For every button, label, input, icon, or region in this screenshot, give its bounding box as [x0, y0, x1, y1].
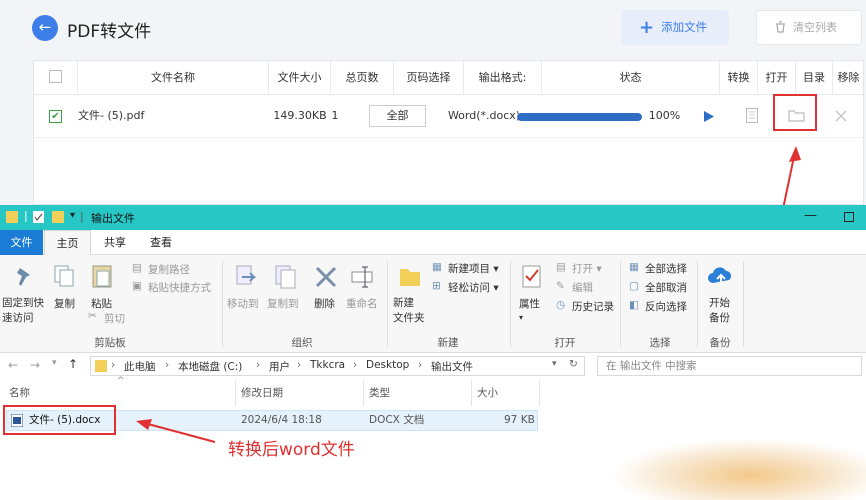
- pdf-converter-app: ← PDF转文件 + 添加文件 清空列表 文件名称 文件大小 总页数 页码选择 输…: [0, 0, 866, 281]
- file-explorer-window: | ▾ | 输出文件 — 文件 主页 共享 查看 固定到快 速访问 复制 粘贴 …: [0, 205, 866, 500]
- annotation-label: 转换后word文件: [228, 440, 355, 460]
- corner-watermark-glow: [610, 438, 866, 500]
